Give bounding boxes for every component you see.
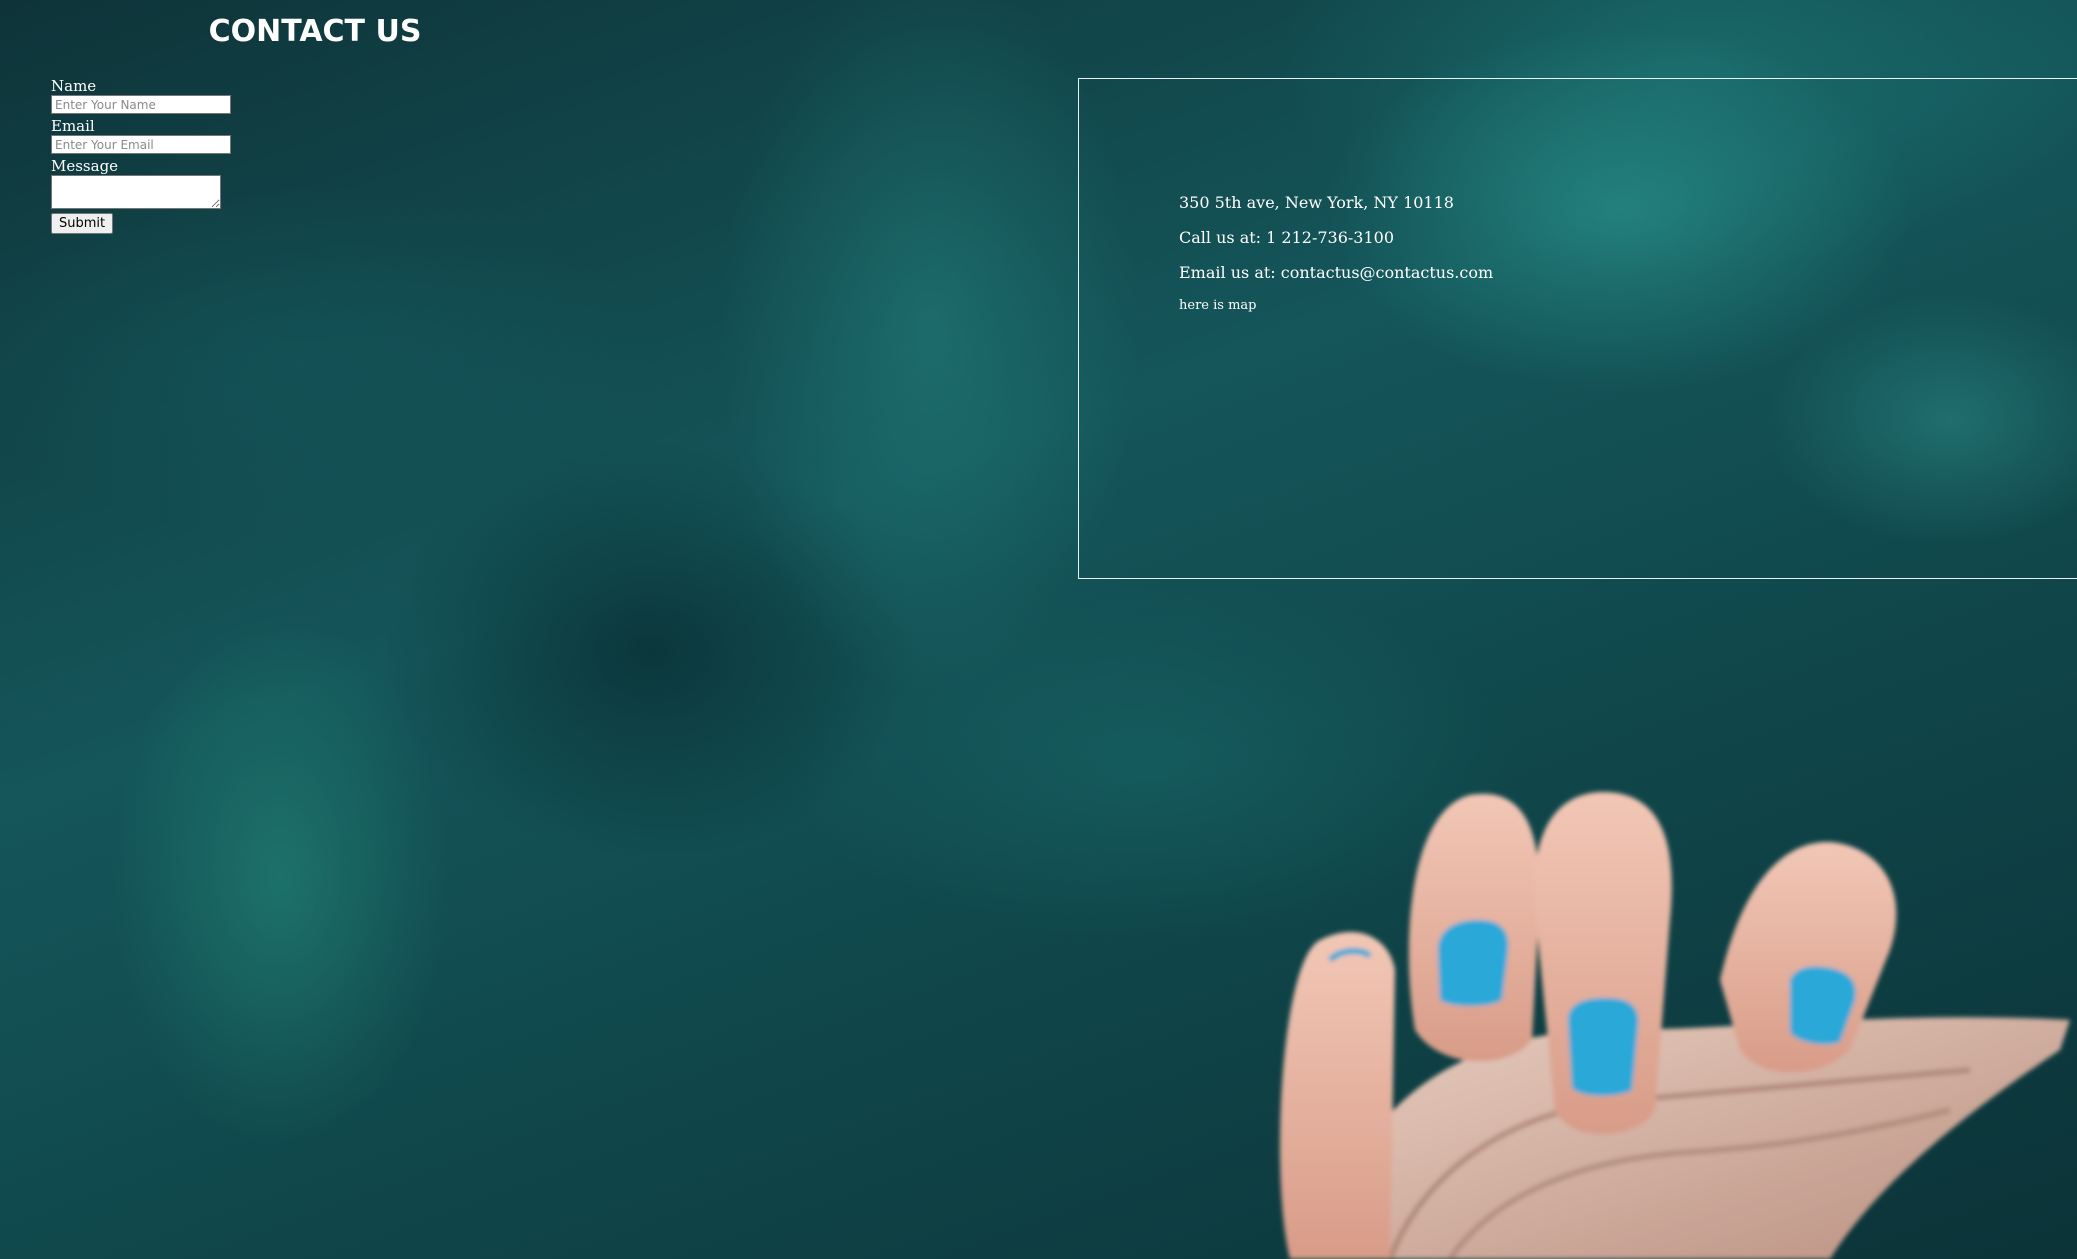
message-label: Message	[51, 157, 119, 175]
email-input[interactable]	[51, 135, 231, 154]
contact-info: 350 5th ave, New York, NY 10118 Call us …	[1179, 193, 1493, 314]
name-label: Name	[51, 77, 97, 95]
page-title: CONTACT US	[208, 14, 422, 49]
hand-holding-seashell-image	[1280, 791, 2070, 1259]
contact-info-box: 350 5th ave, New York, NY 10118 Call us …	[1078, 78, 2077, 579]
map-placeholder-text: here is map	[1179, 298, 1257, 313]
message-textarea[interactable]	[51, 175, 221, 209]
email-label: Email	[51, 117, 95, 135]
email-text: Email us at: contactus@contactus.com	[1179, 263, 1494, 282]
address-text: 350 5th ave, New York, NY 10118	[1179, 193, 1454, 212]
name-input[interactable]	[51, 95, 231, 114]
submit-button[interactable]: Submit	[51, 213, 114, 234]
phone-text: Call us at: 1 212-736-3100	[1179, 228, 1395, 247]
contact-form: Name Email Message Submit	[51, 77, 291, 234]
